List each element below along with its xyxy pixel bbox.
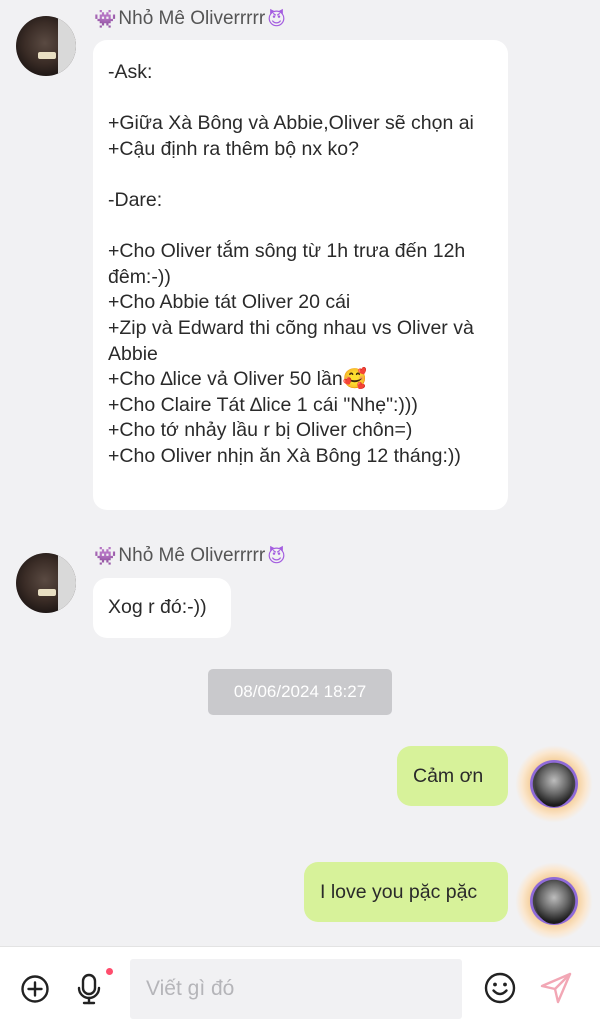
sender-name: Nhỏ Mê Oliverrrrr <box>118 545 266 566</box>
microphone-icon[interactable] <box>72 971 106 1007</box>
incoming-message-bubble[interactable]: -Ask: +Giữa Xà Bông và Abbie,Oliver sẽ c… <box>93 40 508 510</box>
mic-notification-dot <box>106 968 113 975</box>
sender-avatar[interactable] <box>16 16 76 76</box>
outgoing-message-bubble[interactable]: I love you pặc pặc <box>304 862 508 922</box>
sender-avatar[interactable] <box>16 553 76 613</box>
add-circle-icon[interactable] <box>18 972 52 1006</box>
my-avatar[interactable] <box>515 862 593 940</box>
timestamp-badge: 08/06/2024 18:27 <box>208 669 392 715</box>
send-icon[interactable] <box>538 970 574 1006</box>
message-input[interactable] <box>130 959 462 1019</box>
sender-name-row: 👾 Nhỏ Mê Oliverrrrr 😈 <box>94 6 286 32</box>
chat-area[interactable]: 👾 Nhỏ Mê Oliverrrrr 😈 -Ask: +Giữa Xà Bôn… <box>0 0 600 946</box>
outgoing-message-bubble[interactable]: Cảm ơn <box>397 746 508 806</box>
sender-name-row: 👾 Nhỏ Mê Oliverrrrr 😈 <box>94 543 286 569</box>
my-avatar[interactable] <box>515 745 593 823</box>
devil-emoji-icon: 😈 <box>267 8 286 29</box>
alien-emoji-icon: 👾 <box>94 545 117 566</box>
devil-emoji-icon: 😈 <box>267 545 286 566</box>
incoming-message-bubble[interactable]: Xog r đó:-)) <box>93 578 231 638</box>
composer-bar <box>0 946 600 1032</box>
emoji-icon[interactable] <box>482 970 518 1006</box>
sender-name: Nhỏ Mê Oliverrrrr <box>118 8 266 29</box>
alien-emoji-icon: 👾 <box>94 8 117 29</box>
